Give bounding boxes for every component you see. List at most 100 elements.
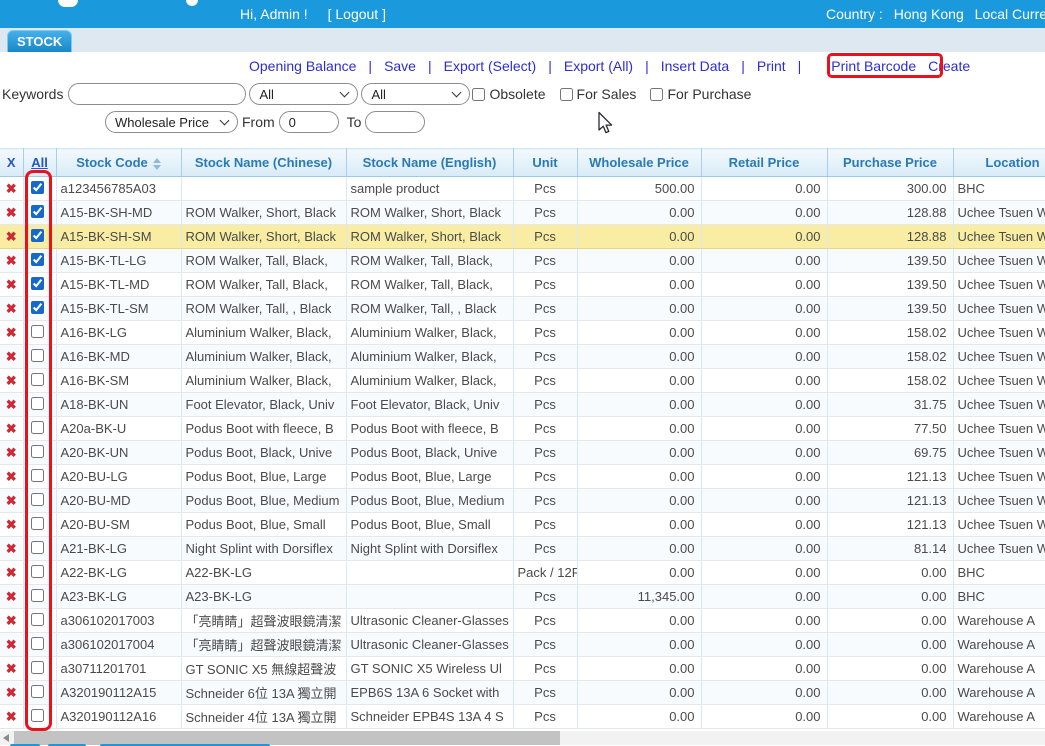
row-checkbox[interactable]: [31, 229, 44, 242]
category-select-2[interactable]: All: [361, 83, 470, 105]
table-row[interactable]: ✖ A21-BK-LG Night Splint with Dorsiflex …: [0, 537, 1045, 561]
table-row[interactable]: ✖ A320190112A16 Schneider 4位 13A 獨立開 Sch…: [0, 705, 1045, 729]
row-checkbox[interactable]: [31, 397, 44, 410]
logout-link[interactable]: [ Logout ]: [328, 6, 386, 22]
row-checkbox[interactable]: [31, 517, 44, 530]
stock-name-chinese-cell: Schneider 6位 13A 獨立開: [181, 681, 346, 705]
toolbar-link-print-barcode[interactable]: Print Barcode: [825, 58, 922, 74]
delete-row-icon[interactable]: ✖: [0, 297, 23, 321]
row-checkbox[interactable]: [31, 181, 44, 194]
row-checkbox[interactable]: [31, 637, 44, 650]
row-checkbox[interactable]: [31, 373, 44, 386]
delete-row-icon[interactable]: ✖: [0, 657, 23, 681]
tab-stock[interactable]: STOCK: [7, 30, 72, 52]
table-row[interactable]: ✖ A15-BK-SH-SM ROM Walker, Short, Black …: [0, 225, 1045, 249]
table-row[interactable]: ✖ A20-BU-SM Podus Boot, Blue, Small Podu…: [0, 513, 1045, 537]
delete-row-icon[interactable]: ✖: [0, 513, 23, 537]
header-stock-code[interactable]: Stock Code: [56, 149, 181, 177]
row-checkbox[interactable]: [31, 661, 44, 674]
table-row[interactable]: ✖ A15-BK-TL-MD ROM Walker, Tall, Black, …: [0, 273, 1045, 297]
table-row[interactable]: ✖ A15-BK-TL-SM ROM Walker, Tall, , Black…: [0, 297, 1045, 321]
row-checkbox[interactable]: [31, 253, 44, 266]
category-select-1[interactable]: All: [249, 83, 358, 105]
table-row[interactable]: ✖ A16-BK-SM Aluminium Walker, Black, Alu…: [0, 369, 1045, 393]
toolbar-link-export-all-[interactable]: Export (All): [564, 58, 633, 74]
delete-row-icon[interactable]: ✖: [0, 249, 23, 273]
unit-cell: Pcs: [513, 609, 577, 633]
delete-row-icon[interactable]: ✖: [0, 417, 23, 441]
delete-row-icon[interactable]: ✖: [0, 609, 23, 633]
stock-name-english-cell: Foot Elevator, Black, Univ: [346, 393, 513, 417]
price-from-input[interactable]: [279, 111, 339, 133]
table-row[interactable]: ✖ a306102017004 「亮睛睛」超聲波眼鏡清潔 Ultrasonic …: [0, 633, 1045, 657]
table-row[interactable]: ✖ A20-BU-MD Podus Boot, Blue, Medium Pod…: [0, 489, 1045, 513]
delete-row-icon[interactable]: ✖: [0, 681, 23, 705]
table-row[interactable]: ✖ A16-BK-MD Aluminium Walker, Black, Alu…: [0, 345, 1045, 369]
row-checkbox[interactable]: [31, 277, 44, 290]
toolbar-link-insert-data[interactable]: Insert Data: [661, 58, 729, 74]
row-checkbox[interactable]: [31, 493, 44, 506]
unit-cell: Pcs: [513, 417, 577, 441]
row-checkbox[interactable]: [31, 709, 44, 722]
delete-row-icon[interactable]: ✖: [0, 273, 23, 297]
row-checkbox[interactable]: [31, 565, 44, 578]
delete-row-icon[interactable]: ✖: [0, 561, 23, 585]
delete-row-icon[interactable]: ✖: [0, 489, 23, 513]
row-checkbox[interactable]: [31, 205, 44, 218]
delete-row-icon[interactable]: ✖: [0, 321, 23, 345]
for-sales-checkbox[interactable]: [560, 88, 573, 101]
delete-row-icon[interactable]: ✖: [0, 441, 23, 465]
delete-row-icon[interactable]: ✖: [0, 369, 23, 393]
table-row[interactable]: ✖ A320190112A15 Schneider 6位 13A 獨立開 EPB…: [0, 681, 1045, 705]
toolbar-link-save[interactable]: Save: [384, 58, 416, 74]
delete-row-icon[interactable]: ✖: [0, 633, 23, 657]
toolbar-link-export-select-[interactable]: Export (Select): [444, 58, 537, 74]
price-to-input[interactable]: [365, 111, 425, 133]
scrollbar-thumb[interactable]: [14, 731, 560, 745]
row-checkbox[interactable]: [31, 589, 44, 602]
row-checkbox[interactable]: [31, 445, 44, 458]
row-checkbox[interactable]: [31, 541, 44, 554]
header-delete-all[interactable]: X: [0, 149, 23, 177]
table-row[interactable]: ✖ A20-BU-LG Podus Boot, Blue, Large Podu…: [0, 465, 1045, 489]
select-all-link[interactable]: All: [31, 155, 48, 170]
purchase-price-cell: 69.75: [827, 441, 953, 465]
table-row[interactable]: ✖ A18-BK-UN Foot Elevator, Black, Univ F…: [0, 393, 1045, 417]
delete-row-icon[interactable]: ✖: [0, 585, 23, 609]
table-row[interactable]: ✖ a306102017003 「亮睛睛」超聲波眼鏡清潔 Ultrasonic …: [0, 609, 1045, 633]
delete-row-icon[interactable]: ✖: [0, 393, 23, 417]
row-checkbox-cell: [23, 249, 56, 273]
toolbar-link-create[interactable]: Create: [928, 58, 970, 74]
table-row[interactable]: ✖ A15-BK-SH-MD ROM Walker, Short, Black …: [0, 201, 1045, 225]
row-checkbox[interactable]: [31, 469, 44, 482]
table-row[interactable]: ✖ A20-BK-UN Podus Boot, Black, Unive Pod…: [0, 441, 1045, 465]
delete-row-icon[interactable]: ✖: [0, 705, 23, 729]
toolbar-link-opening-balance[interactable]: Opening Balance: [249, 58, 356, 74]
for-purchase-checkbox[interactable]: [650, 88, 663, 101]
table-row[interactable]: ✖ A20a-BK-U Podus Boot with fleece, B Po…: [0, 417, 1045, 441]
delete-row-icon[interactable]: ✖: [0, 345, 23, 369]
table-row[interactable]: ✖ A22-BK-LG A22-BK-LG Pack / 12P 0.00 0.…: [0, 561, 1045, 585]
delete-row-icon[interactable]: ✖: [0, 537, 23, 561]
keywords-input[interactable]: [68, 83, 246, 105]
row-checkbox[interactable]: [31, 613, 44, 626]
delete-row-icon[interactable]: ✖: [0, 465, 23, 489]
row-checkbox[interactable]: [31, 301, 44, 314]
row-checkbox[interactable]: [31, 325, 44, 338]
table-row[interactable]: ✖ A23-BK-LG A23-BK-LG Pcs 11,345.00 0.00…: [0, 585, 1045, 609]
delete-row-icon[interactable]: ✖: [0, 225, 23, 249]
table-row[interactable]: ✖ a123456785A03 sample product Pcs 500.0…: [0, 177, 1045, 201]
table-row[interactable]: ✖ a30711201701 GT SONIC X5 無線超聲波 GT SONI…: [0, 657, 1045, 681]
delete-row-icon[interactable]: ✖: [0, 201, 23, 225]
obsolete-checkbox[interactable]: [472, 88, 485, 101]
row-checkbox[interactable]: [31, 421, 44, 434]
row-checkbox[interactable]: [31, 349, 44, 362]
scroll-left-arrow-icon[interactable]: [3, 734, 9, 742]
table-row[interactable]: ✖ A16-BK-LG Aluminium Walker, Black, Alu…: [0, 321, 1045, 345]
price-type-select[interactable]: Wholesale Price: [105, 111, 238, 133]
table-row[interactable]: ✖ A15-BK-TL-LG ROM Walker, Tall, Black, …: [0, 249, 1045, 273]
row-checkbox[interactable]: [31, 685, 44, 698]
toolbar-link-print[interactable]: Print: [757, 58, 786, 74]
delete-row-icon[interactable]: ✖: [0, 177, 23, 201]
stock-management-screen: Hi, Admin ! [ Logout ] Country : Hong Ko…: [0, 0, 1045, 746]
